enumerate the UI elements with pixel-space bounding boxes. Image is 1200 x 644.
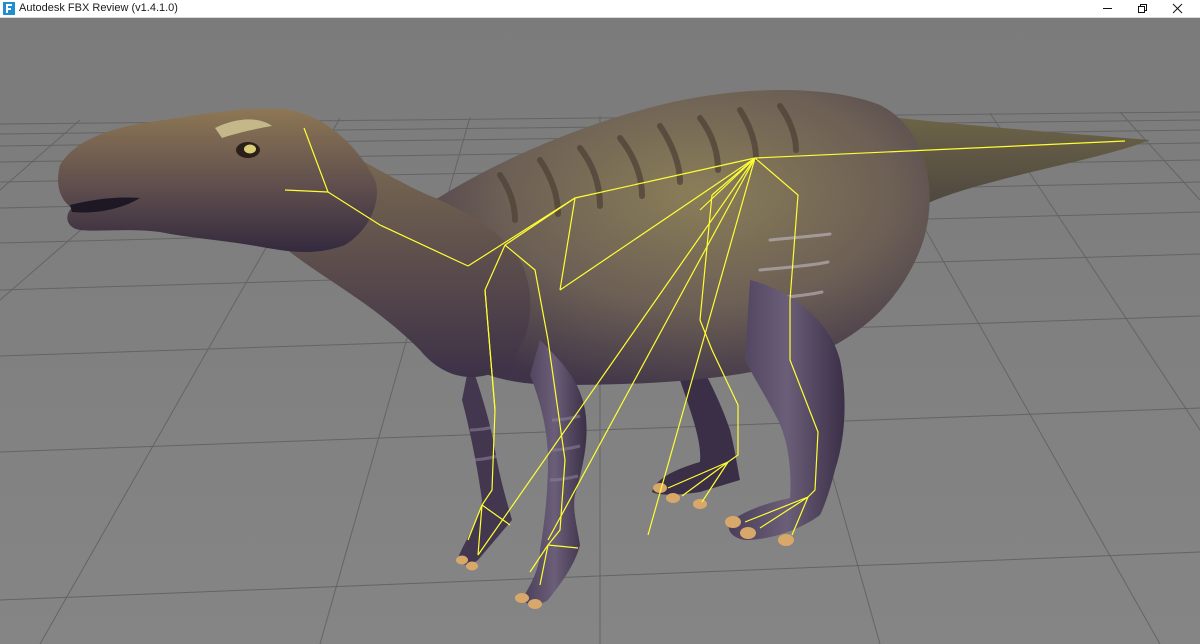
3d-viewport[interactable] [0, 18, 1200, 644]
fbx-review-window: Autodesk FBX Review (v1.4.1.0) [0, 0, 1200, 644]
window-title: Autodesk FBX Review (v1.4.1.0) [19, 2, 178, 14]
viewport-canvas[interactable] [0, 18, 1200, 644]
close-button[interactable] [1155, 0, 1200, 17]
title-bar[interactable]: Autodesk FBX Review (v1.4.1.0) [0, 0, 1200, 18]
close-icon [1172, 3, 1183, 14]
fbx-review-app-icon [3, 2, 15, 15]
